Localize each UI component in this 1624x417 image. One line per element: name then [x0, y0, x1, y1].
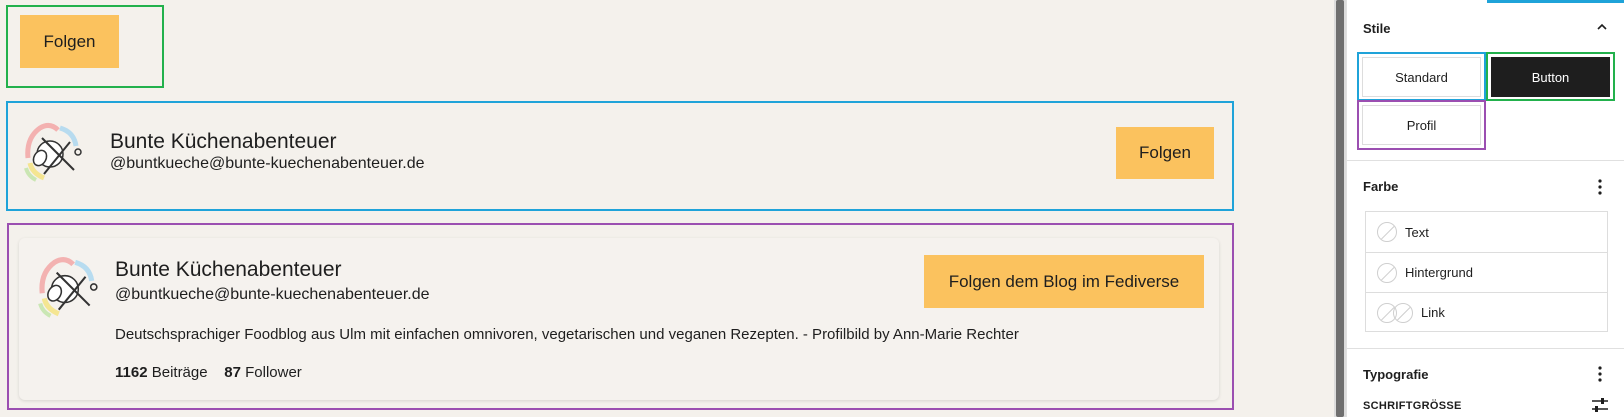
profile-stats: 1162 Beiträge 87 Follower: [115, 364, 302, 381]
style-option-profile[interactable]: Profil: [1362, 105, 1481, 145]
scrollbar-thumb[interactable]: [1336, 0, 1344, 417]
more-options-icon[interactable]: [1597, 178, 1603, 196]
color-swatch-icon: [1377, 222, 1397, 242]
profile-handle-standard: @buntkueche@bunte-kuechenabenteuer.de: [110, 155, 425, 172]
color-swatch-hover-icon: [1393, 302, 1413, 323]
editor-canvas: Folgen Bunte Küchenabenteuer @buntkueche…: [0, 0, 1334, 417]
typography-panel-title: Typografie: [1363, 367, 1429, 382]
follow-blog-button[interactable]: Folgen dem Blog im Fediverse: [924, 255, 1204, 308]
panel-separator: [1347, 348, 1624, 349]
font-size-label: SCHRIFTGRÖSSE: [1363, 400, 1462, 412]
profile-name-standard: Bunte Küchenabenteuer: [110, 130, 337, 153]
font-size-settings-icon[interactable]: [1591, 397, 1609, 413]
follow-button-standard[interactable]: Folgen: [1116, 127, 1214, 179]
color-swatch-icon: [1377, 262, 1397, 283]
profile-handle-full: @buntkueche@bunte-kuechenabenteuer.de: [115, 286, 430, 303]
posts-count: 1162: [115, 364, 148, 381]
profile-avatar-standard: [24, 122, 82, 182]
panel-separator: [1347, 160, 1624, 161]
color-item-label: Text: [1405, 224, 1429, 240]
active-tab-indicator: [1487, 0, 1624, 3]
style-option-standard[interactable]: Standard: [1362, 57, 1481, 97]
followers-count: 87: [224, 364, 241, 381]
color-item-label: Hintergrund: [1405, 265, 1473, 280]
profile-name-full: Bunte Küchenabenteuer: [115, 258, 342, 281]
color-settings-list: Text Hintergrund Link: [1365, 211, 1608, 332]
style-option-button[interactable]: Button: [1491, 57, 1610, 97]
color-item-background[interactable]: Hintergrund: [1366, 252, 1607, 292]
profile-avatar-full: [38, 257, 98, 318]
color-item-label: Link: [1421, 305, 1445, 320]
styles-panel-title[interactable]: Stile: [1363, 21, 1390, 36]
more-options-icon[interactable]: [1597, 365, 1603, 383]
posts-label: Beiträge: [151, 364, 208, 381]
chevron-up-icon[interactable]: [1595, 20, 1609, 34]
color-item-link[interactable]: Link: [1366, 292, 1607, 332]
color-panel-title: Farbe: [1363, 179, 1399, 194]
canvas-scrollbar[interactable]: [1334, 0, 1346, 417]
color-item-text[interactable]: Text: [1366, 212, 1607, 252]
block-settings-sidebar: Stile Standard Button Profil Farbe Text …: [1347, 0, 1624, 417]
followers-label: Follower: [245, 364, 302, 381]
follow-button-small[interactable]: Folgen: [20, 15, 119, 68]
profile-description: Deutschsprachiger Foodblog aus Ulm mit e…: [115, 326, 1019, 343]
